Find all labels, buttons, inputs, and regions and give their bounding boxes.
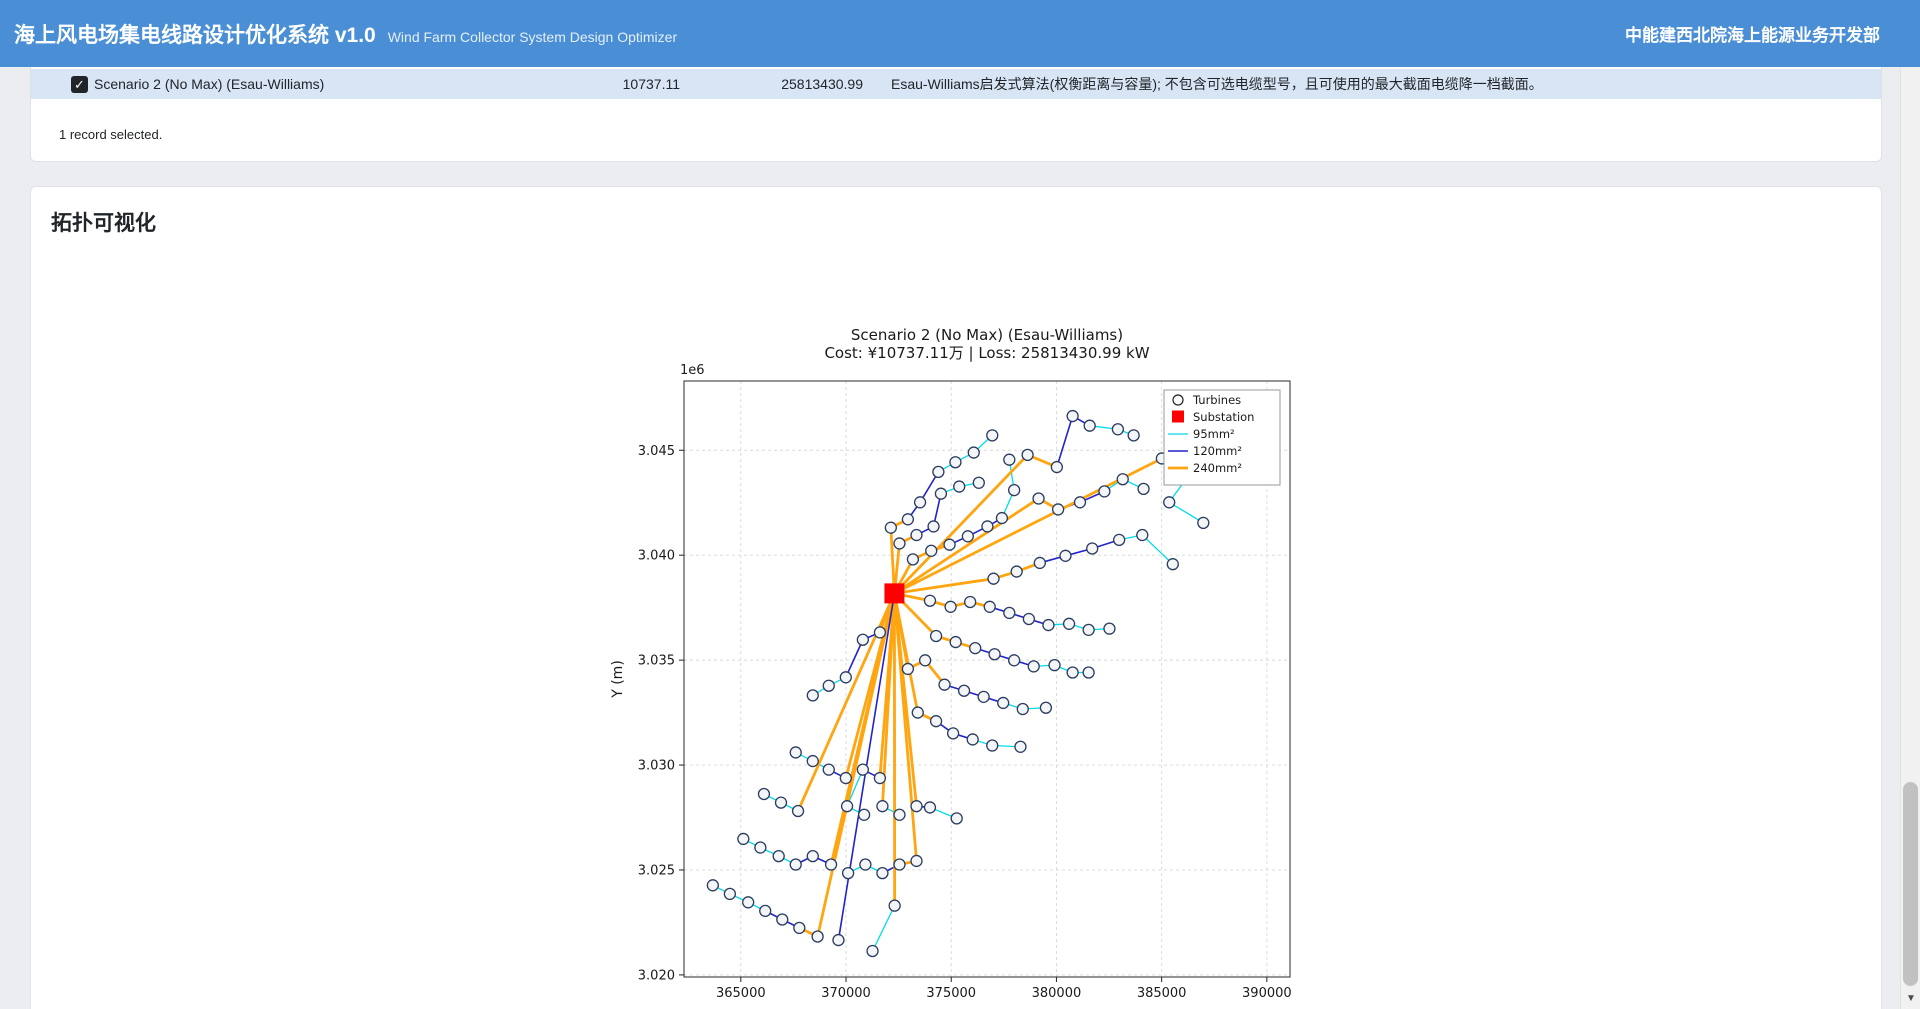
svg-text:95mm²: 95mm² [1193, 427, 1235, 441]
svg-text:Substation: Substation [1193, 410, 1254, 424]
svg-text:Turbines: Turbines [1192, 393, 1241, 407]
results-card: ✓ Scenario 2 (No Max) (Esau-Williams) 10… [30, 67, 1882, 162]
svg-text:3.025: 3.025 [638, 863, 675, 878]
svg-text:380000: 380000 [1032, 986, 1082, 1001]
scroll-down-button[interactable]: ▼ [1901, 989, 1920, 1009]
topology-card: 拓扑可视化 365000 370000 375000 380000 385000 3900… [30, 186, 1882, 1009]
scrollbar-thumb[interactable] [1903, 782, 1918, 986]
scroll-down-icon: ▼ [1906, 993, 1916, 1004]
svg-text:Y (m): Y (m) [610, 660, 626, 699]
scenario-name: Scenario 2 (No Max) (Esau-Williams) [94, 76, 541, 92]
svg-text:3.030: 3.030 [638, 759, 675, 774]
app-header: 海上风电场集电线路设计优化系统 v1.0 Wind Farm Collector… [0, 0, 1920, 67]
svg-text:365000: 365000 [716, 986, 766, 1001]
svg-text:1e6: 1e6 [680, 363, 705, 378]
table-row[interactable]: ✓ Scenario 2 (No Max) (Esau-Williams) 10… [31, 69, 1881, 99]
scenario-loss: 25813430.99 [680, 76, 863, 92]
record-count: 1 record selected. [31, 99, 1881, 161]
page: 海上风电场集电线路设计优化系统 v1.0 Wind Farm Collector… [0, 0, 1920, 1009]
scrollbar[interactable]: ▼ [1900, 67, 1920, 1009]
svg-text:3.045: 3.045 [638, 444, 675, 459]
svg-text:Cost: ¥10737.11万 | Loss: 25813: Cost: ¥10737.11万 | Loss: 25813430.99 kW [824, 344, 1149, 362]
svg-text:390000: 390000 [1242, 986, 1292, 1001]
scenario-cost: 10737.11 [541, 76, 680, 92]
svg-text:Scenario 2 (No Max) (Esau-Will: Scenario 2 (No Max) (Esau-Williams) [851, 326, 1123, 344]
section-title: 拓扑可视化 [51, 207, 1867, 237]
org-name: 中能建西北院海上能源业务开发部 [1625, 21, 1880, 46]
scenario-description: Esau-Williams启发式算法(权衡距离与容量); 不包含可选电缆型号，且… [863, 74, 1881, 94]
app-title: 海上风电场集电线路设计优化系统 v1.0 [14, 19, 376, 49]
svg-text:3.035: 3.035 [638, 654, 675, 669]
row-checkbox[interactable]: ✓ [71, 76, 88, 93]
checkbox-check-icon: ✓ [74, 77, 85, 92]
svg-text:120mm²: 120mm² [1193, 444, 1242, 458]
svg-text:240mm²: 240mm² [1193, 461, 1242, 475]
svg-text:385000: 385000 [1137, 986, 1187, 1001]
svg-text:375000: 375000 [926, 986, 976, 1001]
app-subtitle: Wind Farm Collector System Design Optimi… [388, 29, 677, 45]
svg-text:3.040: 3.040 [638, 549, 675, 564]
svg-text:370000: 370000 [821, 986, 871, 1001]
svg-text:3.020: 3.020 [638, 968, 675, 983]
topology-chart: 365000 370000 375000 380000 385000 390000 3.02… [606, 323, 1306, 1009]
